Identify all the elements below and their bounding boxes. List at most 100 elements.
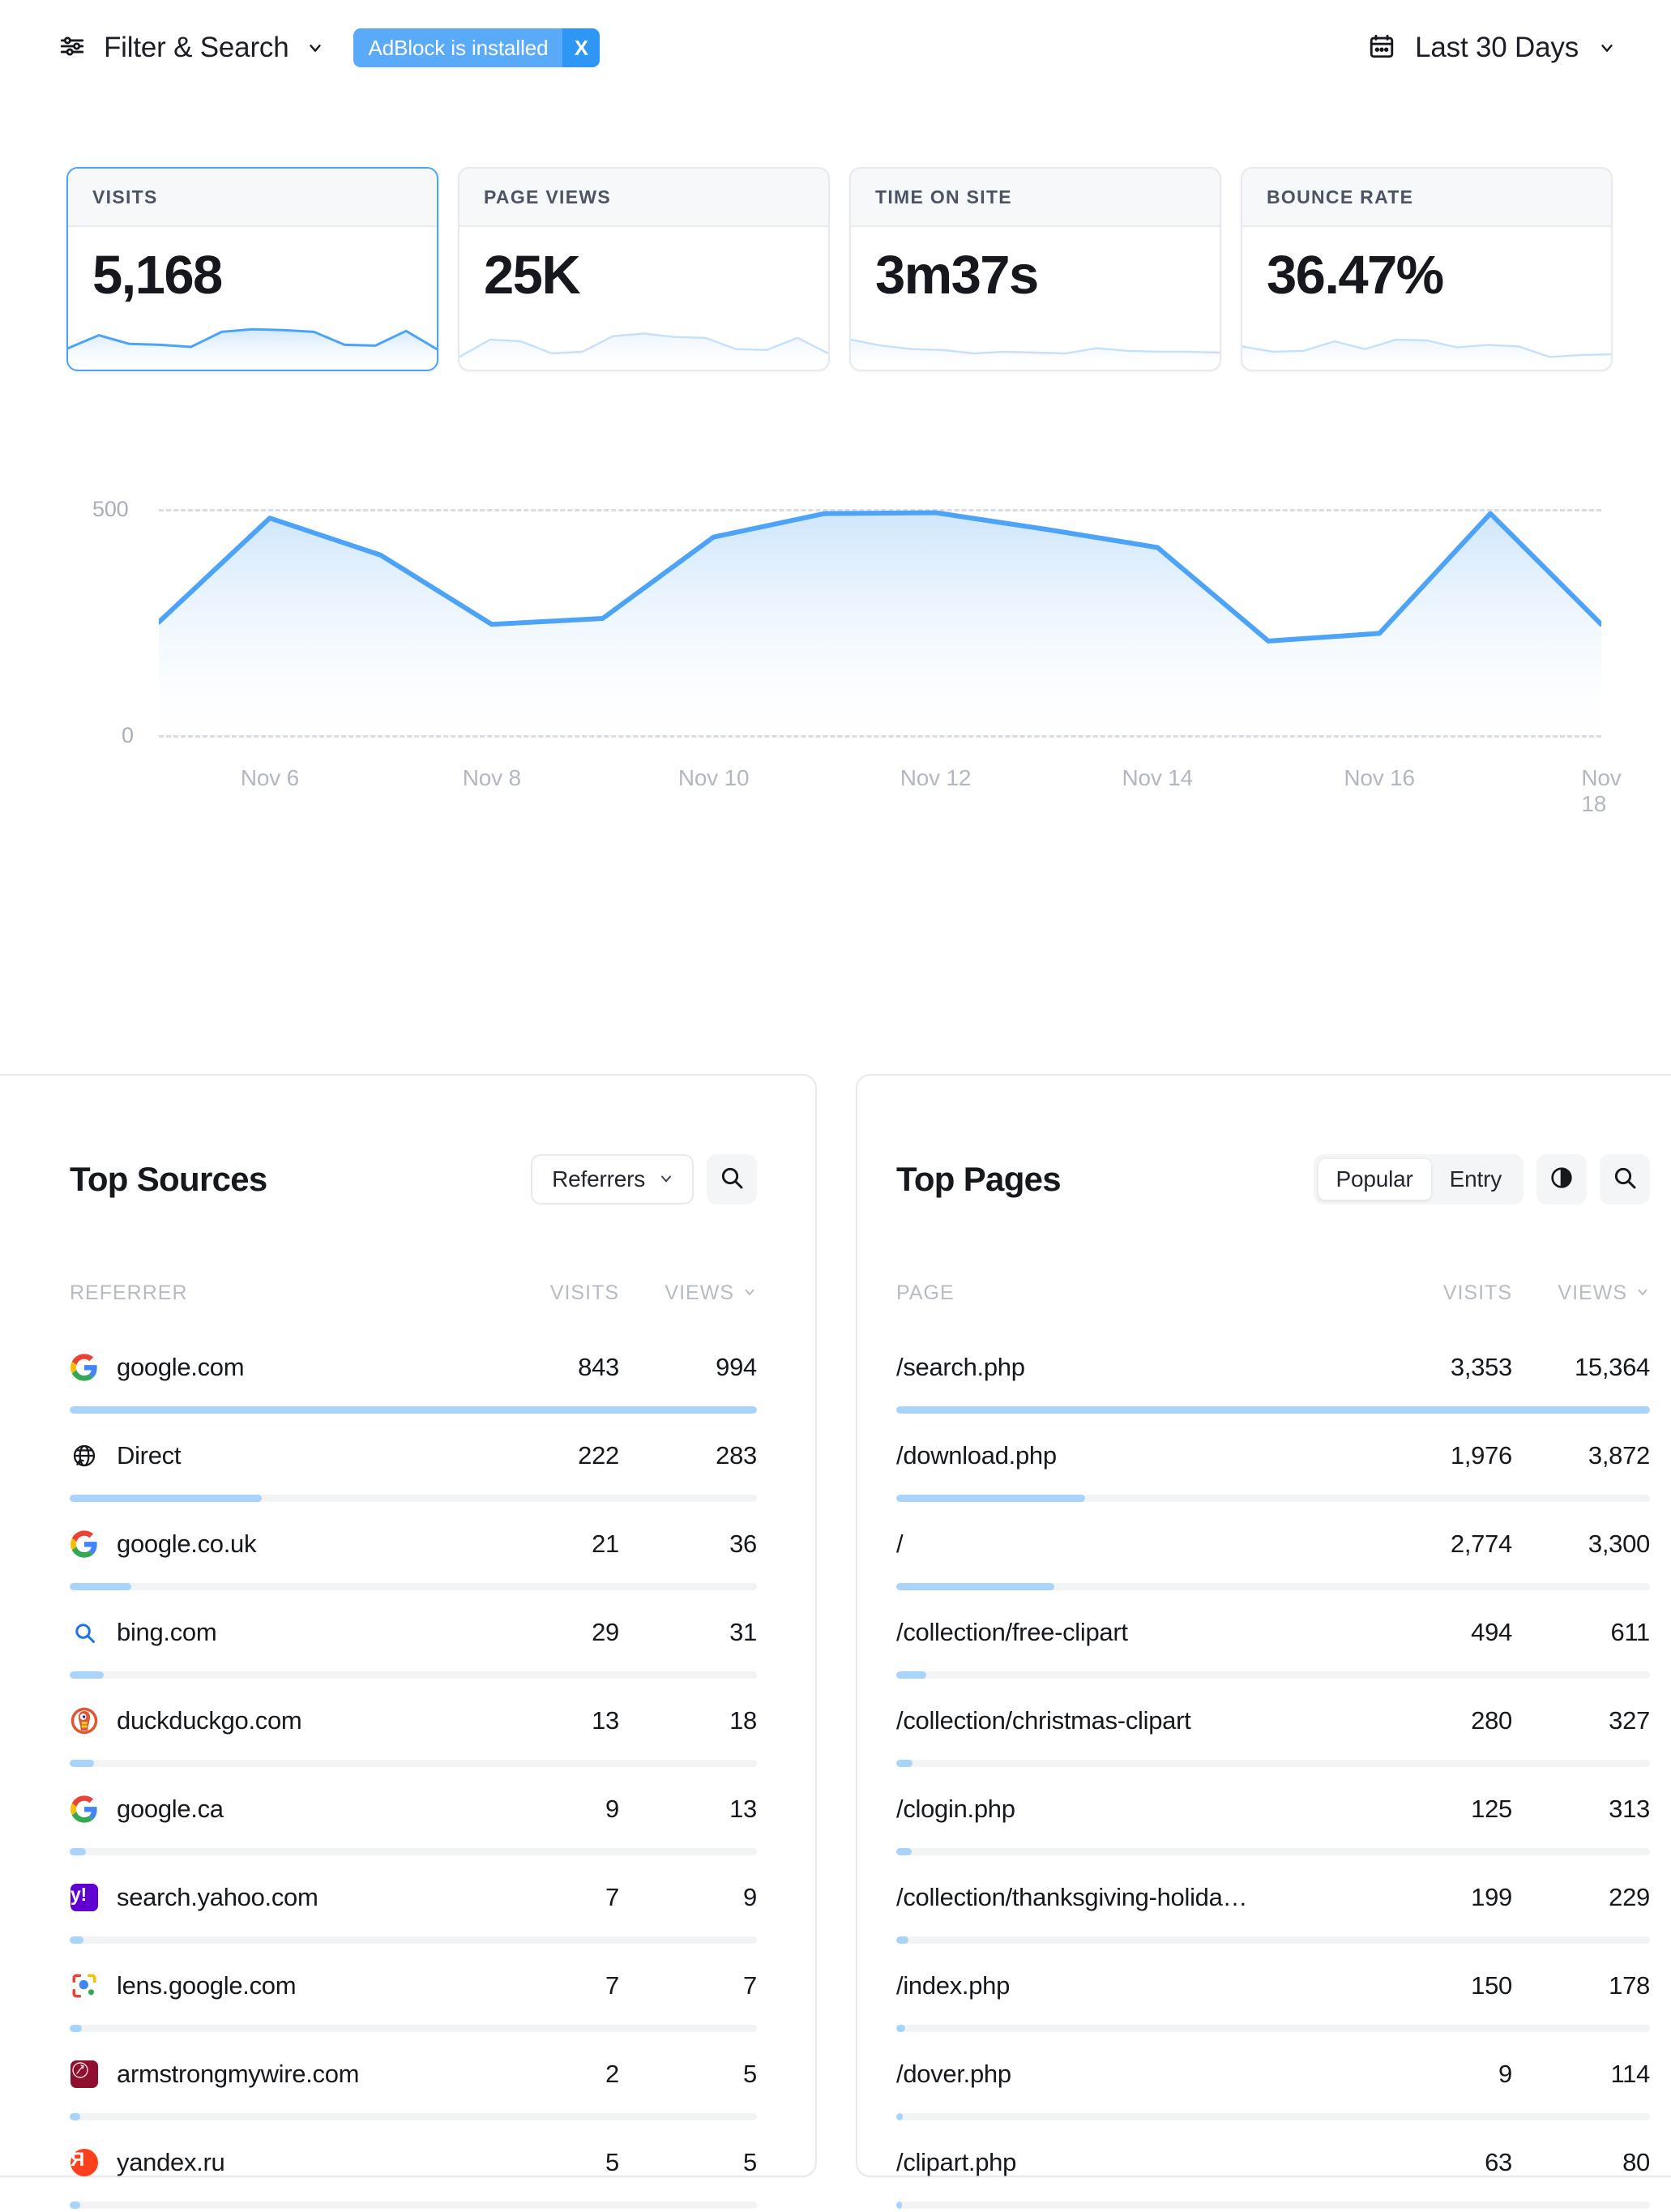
row-progress-fill [70,2113,80,2120]
table-row[interactable]: /collection/thanksgiving-holida… 199 229 [896,1859,1650,1947]
kpi-card-header: VISITS [68,169,437,227]
armstrongmywire-favicon-icon [70,2060,99,2089]
date-range-picker[interactable]: Last 30 Days [1368,32,1616,64]
row-progress-track [70,2201,757,2209]
google-lens-favicon-icon [70,1971,99,2000]
chevron-down-icon [742,1281,757,1305]
x-axis-tick: Nov 18 [1581,765,1622,816]
top-sources-search-button[interactable] [707,1154,757,1204]
table-row-content: bing.com 29 31 [70,1594,757,1671]
bottom-panels: Top Sources Referrers REFERRER VISITS VI… [0,1074,1671,2209]
adblock-close-button[interactable]: X [562,28,600,67]
kpi-card-header: PAGE VIEWS [459,169,828,227]
kpi-card-page-views[interactable]: PAGE VIEWS 25K [458,167,830,371]
top-pages-actions: Popular Entry [1313,1154,1650,1204]
row-views-value: 283 [716,1441,757,1470]
table-row[interactable]: Direct 222 283 [70,1417,757,1505]
table-row-content: duckduckgo.com 13 18 [70,1682,757,1760]
row-label: google.ca [70,1795,449,1824]
kpi-card-title: VISITS [92,186,158,208]
table-row[interactable]: google.ca 9 13 [70,1770,757,1859]
table-row[interactable]: /clipart.php 63 80 [896,2124,1650,2212]
row-label-text: /search.php [896,1353,1025,1381]
row-progress-fill [70,1760,94,1767]
table-row[interactable]: lens.google.com 7 7 [70,1947,757,2035]
row-label-text: google.ca [117,1795,224,1823]
row-progress-track [70,2025,757,2032]
table-row-content: lens.google.com 7 7 [70,1947,757,2025]
top-bar-left: Filter & Search AdBlock is installed X [58,28,600,67]
table-row[interactable]: Яyandex.ru 5 5 [70,2124,757,2212]
table-row[interactable]: armstrongmywire.com 2 5 [70,2035,757,2124]
top-pages-pie-button[interactable] [1536,1154,1587,1204]
row-label-text: /collection/thanksgiving-holida… [896,1883,1248,1911]
table-row[interactable]: /dover.php 9 114 [896,2035,1650,2124]
column-header-visits[interactable]: VISITS [449,1281,619,1305]
row-progress-fill [896,1936,908,1944]
row-visits-value: 2 [605,2060,619,2088]
table-row[interactable]: /search.php 3,353 15,364 [896,1328,1650,1417]
table-row-content: /clogin.php 125 313 [896,1770,1650,1848]
search-icon [1612,1165,1638,1195]
row-label-text: / [896,1530,904,1558]
referrers-select[interactable]: Referrers [531,1154,694,1204]
row-label-text: /download.php [896,1441,1057,1470]
kpi-card-visits[interactable]: VISITS 5,168 [66,167,438,371]
row-label: /clipart.php [896,2148,1342,2177]
kpi-card-value: 36.47% [1267,245,1444,306]
y-axis-tick-min: 0 [122,723,134,747]
table-row[interactable]: google.com 843 994 [70,1328,757,1417]
row-progress-fill [896,2201,902,2209]
row-views-value: 611 [1610,1618,1650,1646]
kpi-card-body: 3m37s [851,227,1220,370]
row-progress-fill [70,1936,83,1944]
row-progress-track [70,1583,757,1590]
table-row[interactable]: duckduckgo.com 13 18 [70,1682,757,1770]
table-row[interactable]: /download.php 1,976 3,872 [896,1417,1650,1505]
google-favicon-icon [70,1795,99,1824]
row-views-value: 327 [1609,1706,1650,1735]
row-progress-track [70,1406,757,1414]
segment-entry[interactable]: Entry [1432,1158,1519,1200]
table-row[interactable]: bing.com 29 31 [70,1594,757,1682]
table-row[interactable]: / 2,774 3,300 [896,1505,1650,1594]
row-views-value: 15,364 [1574,1353,1650,1381]
table-row-content: /search.php 3,353 15,364 [896,1328,1650,1406]
kpi-card-body: 36.47% [1242,227,1611,370]
row-label: bing.com [70,1618,449,1647]
search-icon [719,1165,745,1195]
table-row[interactable]: y! search.yahoo.com 7 9 [70,1859,757,1947]
row-label-text: google.co.uk [117,1530,257,1558]
x-axis: Nov 6 Nov 8 Nov 10 Nov 12 Nov 14 Nov 16 Nov 18 [159,765,1622,816]
chevron-down-icon [1598,39,1616,57]
filter-and-search-button[interactable]: Filter & Search [58,32,324,64]
kpi-card-body: 25K [459,227,828,370]
column-header-visits[interactable]: VISITS [1342,1281,1512,1305]
row-label-text: /clogin.php [896,1795,1015,1823]
column-header-views[interactable]: VIEWS [1512,1281,1650,1305]
column-header-views[interactable]: VIEWS [619,1281,757,1305]
table-row[interactable]: /clogin.php 125 313 [896,1770,1650,1859]
row-label-text: /clipart.php [896,2148,1017,2176]
table-row[interactable]: /index.php 150 178 [896,1947,1650,2035]
segment-popular[interactable]: Popular [1317,1158,1432,1200]
row-label-text: /index.php [896,1971,1011,2000]
kpi-card-time-on-site[interactable]: TIME ON SITE 3m37s [849,167,1221,371]
row-label-text: bing.com [117,1618,217,1646]
row-visits-value: 2,774 [1450,1530,1512,1558]
kpi-card-bounce-rate[interactable]: BOUNCE RATE 36.47% [1241,167,1613,371]
row-visits-value: 13 [592,1706,619,1735]
table-row[interactable]: /collection/free-clipart 494 611 [896,1594,1650,1682]
table-row[interactable]: google.co.uk 21 36 [70,1505,757,1594]
kpi-sparkline [68,310,437,370]
top-pages-search-button[interactable] [1600,1154,1650,1204]
row-visits-value: 199 [1471,1883,1512,1911]
row-label: /clogin.php [896,1795,1342,1824]
table-row[interactable]: /collection/christmas-clipart 280 327 [896,1682,1650,1770]
calendar-icon [1368,32,1395,64]
row-visits-value: 29 [592,1618,619,1646]
row-label: / [896,1530,1342,1559]
top-bar: Filter & Search AdBlock is installed X L… [0,0,1671,96]
x-axis-tick: Nov 16 [1344,765,1415,790]
row-label: duckduckgo.com [70,1706,449,1735]
